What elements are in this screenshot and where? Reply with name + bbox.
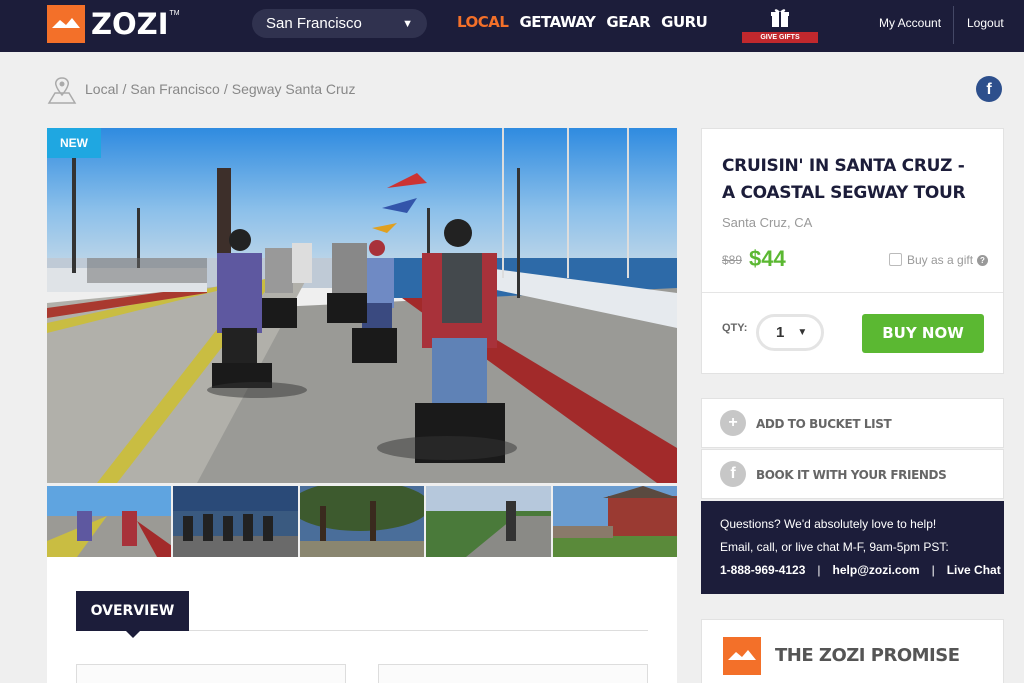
breadcrumb-city[interactable]: San Francisco	[130, 81, 219, 97]
overview-box-left	[76, 664, 346, 683]
facebook-icon: f	[720, 461, 746, 487]
help-icon[interactable]: ?	[977, 255, 988, 266]
header-divider	[953, 6, 954, 44]
logo-text: ZOZI	[91, 7, 169, 41]
logo-trademark: TM	[169, 9, 180, 17]
breadcrumb-local[interactable]: Local	[85, 81, 118, 97]
thumbnail-3[interactable]	[299, 486, 425, 557]
product-title: CRUISIN' IN SANTA CRUZ - A COASTAL SEGWA…	[722, 156, 966, 203]
my-account-link[interactable]: My Account	[879, 16, 941, 30]
city-select-value: San Francisco	[266, 15, 362, 32]
new-badge: NEW	[47, 128, 101, 158]
help-hours: Email, call, or live chat M-F, 9am-5pm P…	[720, 540, 949, 554]
main-nav: LOCAL GETAWAY GEAR GURU	[457, 13, 708, 31]
contact-separator: |	[817, 563, 821, 577]
sale-price: $44	[749, 246, 786, 271]
contact-separator: |	[931, 563, 935, 577]
original-price: $89	[722, 253, 743, 267]
help-heading: Questions? We'd absolutely love to help!	[720, 517, 937, 531]
breadcrumb-separator: /	[122, 81, 127, 97]
add-to-bucket-list-label[interactable]: ADD TO BUCKET LIST	[756, 417, 892, 431]
city-select[interactable]: San Francisco ▼	[252, 9, 427, 38]
tab-overview[interactable]: OVERVIEW	[76, 591, 189, 631]
overview-divider	[189, 630, 648, 631]
chevron-down-icon: ▼	[402, 17, 413, 30]
zozi-promise-title[interactable]: THE ZOZI PROMISE	[775, 645, 960, 666]
give-gifts-button[interactable]: GIVE GIFTS	[742, 7, 818, 44]
nav-guru[interactable]: GURU	[661, 13, 708, 31]
breadcrumb-separator: /	[223, 81, 228, 97]
buy-as-gift-label[interactable]: Buy as a gift	[907, 253, 973, 267]
nav-getaway[interactable]: GETAWAY	[519, 13, 595, 31]
breadcrumb-current: Segway Santa Cruz	[231, 81, 356, 97]
buy-now-button[interactable]: BUY NOW	[862, 314, 984, 353]
thumbnail-5[interactable]	[552, 486, 678, 557]
plus-icon: +	[720, 410, 746, 436]
zozi-logo[interactable]: ZOZI TM	[47, 5, 180, 43]
help-email[interactable]: help@zozi.com	[833, 563, 920, 577]
book-with-friends-label[interactable]: BOOK IT WITH YOUR FRIENDS	[756, 468, 947, 482]
overview-box-right	[378, 664, 648, 683]
card-divider	[702, 292, 1003, 293]
product-location: Santa Cruz, CA	[722, 215, 813, 230]
zozi-promise-logo-icon	[723, 637, 761, 675]
quantity-value: 1	[776, 324, 785, 341]
thumbnail-4[interactable]	[426, 486, 551, 557]
nav-gear[interactable]: GEAR	[606, 13, 650, 31]
zozi-logo-icon	[47, 5, 85, 43]
map-pin-icon	[47, 75, 77, 110]
give-gifts-label: GIVE GIFTS	[742, 32, 818, 43]
photo-thumbnails	[47, 486, 678, 557]
gift-box-icon	[770, 7, 790, 33]
help-phone[interactable]: 1-888-969-4123	[720, 563, 805, 577]
nav-local[interactable]: LOCAL	[457, 13, 509, 31]
tab-pointer	[126, 631, 140, 638]
buy-as-gift-checkbox[interactable]	[889, 253, 902, 266]
facebook-share-icon[interactable]: f	[976, 76, 1002, 102]
logout-link[interactable]: Logout	[967, 16, 1004, 30]
thumbnail-1[interactable]	[47, 486, 172, 557]
quantity-select[interactable]: 1 ▼	[756, 314, 824, 351]
help-contacts: 1-888-969-4123 | help@zozi.com | Live Ch…	[720, 563, 1001, 577]
quantity-label: QTY:	[722, 322, 748, 334]
thumbnail-2[interactable]	[173, 486, 298, 557]
hero-photo	[47, 128, 677, 483]
breadcrumb: Local / San Francisco / Segway Santa Cru…	[85, 81, 355, 97]
live-chat-link[interactable]: Live Chat	[947, 563, 1001, 577]
chevron-down-icon: ▼	[797, 327, 808, 338]
